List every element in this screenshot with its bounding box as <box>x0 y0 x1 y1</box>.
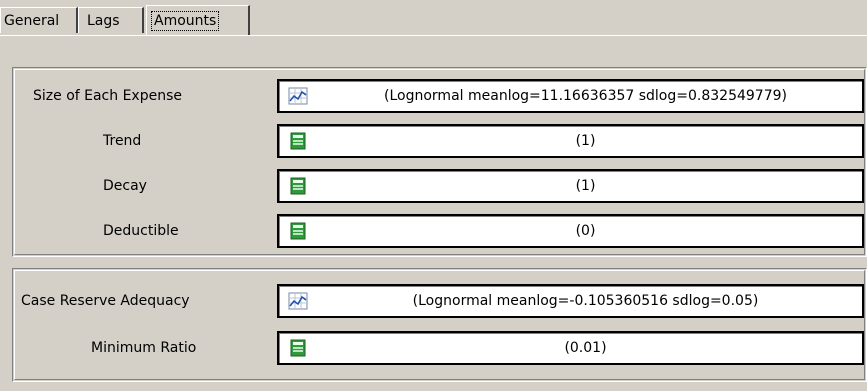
size-of-each-expense-label: Size of Each Expense <box>33 88 182 104</box>
case-reserve-adequacy-field[interactable]: (Lognormal meanlog=-0.105360516 sdlog=0.… <box>277 284 864 318</box>
tab-lags[interactable]: Lags <box>78 7 144 33</box>
spreadsheet-icon[interactable] <box>288 339 308 357</box>
trend-value: (1) <box>575 133 596 149</box>
size-of-each-expense-field[interactable]: (Lognormal meanlog=11.16636357 sdlog=0.8… <box>277 79 864 113</box>
spreadsheet-icon[interactable] <box>288 222 308 240</box>
tab-amounts-label: Amounts <box>151 11 220 31</box>
case-reserve-adequacy-value: (Lognormal meanlog=-0.105360516 sdlog=0.… <box>412 293 759 309</box>
tab-lags-label: Lags <box>87 13 120 29</box>
tab-divider <box>0 35 867 36</box>
trend-field[interactable]: (1) <box>277 124 864 158</box>
minimum-ratio-field[interactable]: (0.01) <box>277 331 864 365</box>
case-reserve-adequacy-label: Case Reserve Adequacy <box>21 293 190 309</box>
size-of-each-expense-value: (Lognormal meanlog=11.16636357 sdlog=0.8… <box>384 88 787 104</box>
deductible-label: Deductible <box>103 223 179 239</box>
spreadsheet-icon[interactable] <box>288 177 308 195</box>
minimum-ratio-label: Minimum Ratio <box>91 340 197 356</box>
reserve-group: Case Reserve Adequacy (Lognormal meanlog… <box>12 268 867 382</box>
deductible-field[interactable]: (0) <box>277 214 864 248</box>
tab-amounts[interactable]: Amounts <box>146 5 250 35</box>
expense-group: Size of Each Expense (Lognormal meanlog=… <box>12 67 867 257</box>
tab-general-label: General <box>4 13 60 29</box>
tab-general[interactable]: General <box>0 7 78 33</box>
distribution-chart-icon[interactable] <box>288 292 308 310</box>
minimum-ratio-value: (0.01) <box>564 340 607 356</box>
trend-label: Trend <box>103 133 142 149</box>
spreadsheet-icon[interactable] <box>288 132 308 150</box>
decay-field[interactable]: (1) <box>277 169 864 203</box>
decay-value: (1) <box>575 178 596 194</box>
decay-label: Decay <box>103 178 147 194</box>
deductible-value: (0) <box>575 223 596 239</box>
distribution-chart-icon[interactable] <box>288 87 308 105</box>
tab-strip: General Lags Amounts <box>0 0 867 44</box>
